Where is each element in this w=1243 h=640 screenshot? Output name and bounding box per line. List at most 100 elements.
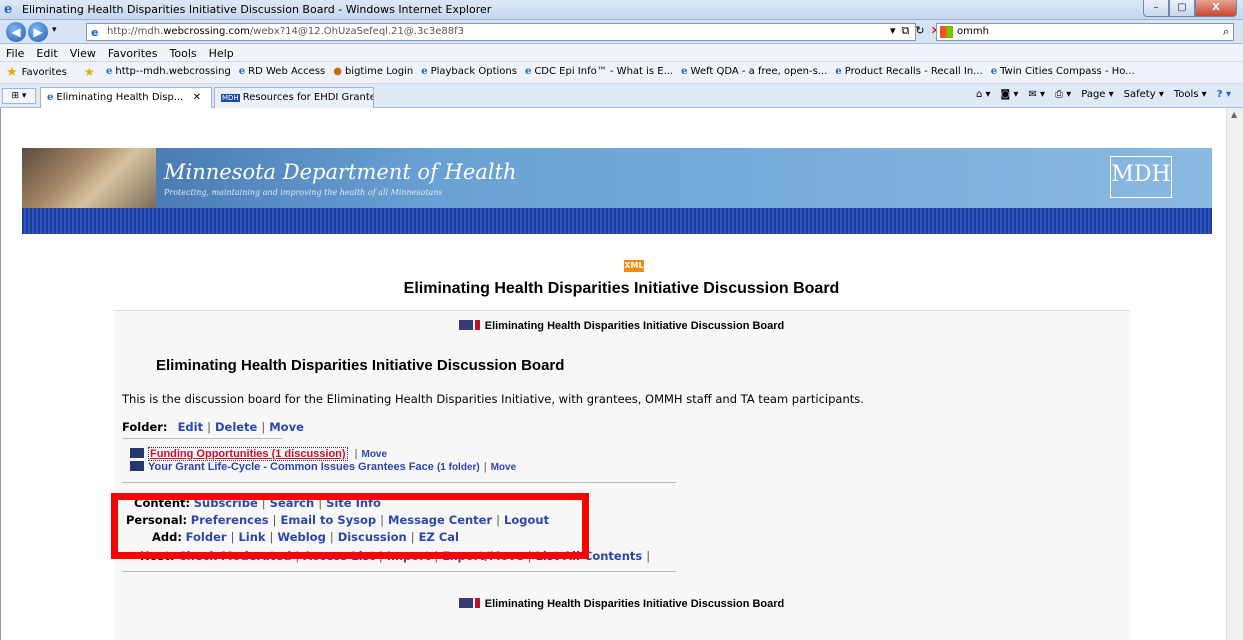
- divider: [122, 438, 282, 439]
- close-button[interactable]: X: [1195, 0, 1237, 17]
- feeds-icon[interactable]: ◙ ▾: [1001, 89, 1019, 100]
- search-icon[interactable]: ⌕: [1223, 25, 1229, 39]
- page-icon: e: [91, 26, 99, 39]
- page-title: Eliminating Health Disparities Initiativ…: [403, 280, 840, 297]
- add-favorite-icon[interactable]: ★: [84, 65, 95, 79]
- page-icon: e: [106, 66, 113, 77]
- menu-edit[interactable]: Edit: [36, 47, 57, 61]
- url-host: webcrossing.com: [163, 26, 250, 37]
- folder-delete-link[interactable]: Delete: [215, 420, 257, 434]
- favorites-button[interactable]: ★ Favorites: [6, 65, 67, 80]
- vertical-scrollbar[interactable]: ▲: [1226, 108, 1243, 640]
- window-titlebar: e Eliminating Health Disparities Initiat…: [0, 0, 1243, 20]
- menu-tools[interactable]: Tools: [170, 47, 197, 61]
- divider: [122, 571, 676, 572]
- tab-inactive-label: Resources for EHDI Grante...: [242, 92, 374, 103]
- fav-link[interactable]: e CDC Epi Info™ - What is E...: [525, 66, 673, 77]
- fav-link[interactable]: ● bigtime Login: [333, 66, 413, 77]
- fav-link[interactable]: e http--mdh.webcrossing: [106, 66, 231, 77]
- forward-button[interactable]: ▶: [28, 22, 48, 42]
- folder-icon: [130, 461, 144, 471]
- separator: |: [354, 448, 358, 460]
- page-icon: e: [238, 66, 246, 77]
- breadcrumb-top: Eliminating Health Disparities Initiativ…: [0, 320, 1243, 332]
- menu-favorites[interactable]: Favorites: [108, 47, 158, 61]
- search-value: ommh: [957, 26, 989, 37]
- tab-bar: ⊞ ▾ e Eliminating Health Disp... ✕ MDH Res…: [0, 84, 1243, 108]
- mdh-logo[interactable]: MDH: [1110, 156, 1172, 198]
- fav-link-label: Playback Options: [430, 66, 517, 77]
- item-move-link[interactable]: Move: [361, 449, 387, 460]
- dropdown-icon[interactable]: ▾: [890, 24, 896, 38]
- safety-menu[interactable]: Safety ▾: [1124, 89, 1164, 100]
- book-icon: [474, 320, 480, 330]
- folder-icon: [130, 448, 144, 458]
- folder-actions: Folder: Edit | Delete | Move: [122, 420, 304, 434]
- folder-label: Folder:: [122, 420, 168, 434]
- print-icon[interactable]: ⎙ ▾: [1055, 89, 1071, 100]
- menu-file[interactable]: File: [6, 47, 24, 61]
- folder-icon: [458, 598, 473, 608]
- separator: |: [646, 549, 651, 563]
- folder-edit-link[interactable]: Edit: [178, 420, 204, 434]
- xml-feed-icon[interactable]: XML: [624, 260, 644, 272]
- tools-menu[interactable]: Tools ▾: [1174, 89, 1207, 100]
- page-icon: e: [421, 66, 428, 77]
- page-icon: e: [835, 66, 842, 77]
- favorites-bar: ★ Favorites ★ e http--mdh.webcrossing e RD…: [0, 62, 1243, 84]
- back-button[interactable]: ◀: [6, 22, 26, 42]
- separator: |: [261, 420, 266, 434]
- mail-icon[interactable]: ✉ ▾: [1028, 89, 1045, 100]
- page-icon: e: [681, 66, 688, 77]
- board-heading: Eliminating Health Disparities Initiativ…: [156, 357, 565, 374]
- menu-help[interactable]: Help: [209, 47, 234, 61]
- refresh-icon[interactable]: ↻: [915, 24, 924, 38]
- address-input[interactable]: e http://mdh.webcrossing.com/webx?14@12.…: [86, 23, 916, 41]
- minimize-button[interactable]: –: [1143, 0, 1169, 17]
- fav-link[interactable]: e Twin Cities Compass - Ho...: [991, 66, 1135, 77]
- maximize-button[interactable]: ▢: [1169, 0, 1195, 17]
- fav-link[interactable]: e Playback Options: [421, 66, 517, 77]
- mdh-banner: Minnesota Department of Health Protectin…: [22, 148, 1212, 208]
- favorites-label: Favorites: [21, 67, 67, 78]
- history-dropdown-icon[interactable]: ▾: [52, 25, 57, 35]
- breadcrumb-bottom: Eliminating Health Disparities Initiativ…: [0, 598, 1243, 610]
- fav-link-label: Product Recalls - Recall In...: [844, 66, 983, 77]
- menu-view[interactable]: View: [70, 47, 96, 61]
- separator: |: [483, 461, 487, 473]
- scroll-up-icon[interactable]: ▲: [1231, 110, 1237, 119]
- item-move-link[interactable]: Move: [491, 462, 517, 473]
- ie-tab-icon: e: [47, 92, 54, 103]
- tab-inactive[interactable]: MDH Resources for EHDI Grante...: [214, 87, 374, 108]
- favorites-links: e http--mdh.webcrossing e RD Web Access ● b…: [106, 66, 1135, 77]
- banner-photo: [22, 148, 156, 208]
- url-path: /webx?14@12.OhUzaSefeql.21@.3c3e88f3: [249, 26, 465, 37]
- tab-active[interactable]: e Eliminating Health Disp... ✕: [40, 87, 212, 108]
- compatibility-icon[interactable]: ⧉: [902, 24, 910, 38]
- breadcrumb-label[interactable]: Eliminating Health Disparities Initiativ…: [485, 320, 785, 332]
- breadcrumb-label[interactable]: Eliminating Health Disparities Initiativ…: [485, 598, 785, 610]
- list-item: Your Grant Life-Cycle - Common Issues Gr…: [130, 461, 516, 473]
- item-link[interactable]: Funding Opportunities (1 discussion): [148, 447, 348, 461]
- close-tab-icon[interactable]: ✕: [193, 92, 201, 103]
- help-icon[interactable]: ? ▾: [1217, 89, 1231, 100]
- mdh-tab-icon: MDH: [221, 94, 240, 102]
- home-icon[interactable]: ⌂ ▾: [976, 89, 991, 100]
- list-item: Funding Opportunities (1 discussion) | Mo…: [130, 447, 387, 461]
- url-prefix: http://mdh.: [107, 26, 164, 37]
- window-controls: – ▢ X: [1143, 0, 1237, 18]
- fav-link[interactable]: e Product Recalls - Recall In...: [835, 66, 982, 77]
- fav-link[interactable]: e Weft QDA - a free, open-s...: [681, 66, 827, 77]
- quick-tabs-button[interactable]: ⊞ ▾: [2, 88, 36, 104]
- folder-move-link[interactable]: Move: [269, 420, 304, 434]
- search-input[interactable]: ommh ⌕: [936, 23, 1234, 41]
- tab-active-label: Eliminating Health Disp...: [56, 92, 184, 103]
- search-provider-icon: [940, 26, 953, 38]
- bigtime-icon: ●: [333, 66, 342, 77]
- page-menu[interactable]: Page ▾: [1081, 89, 1113, 100]
- fav-link[interactable]: e RD Web Access: [239, 66, 325, 77]
- item-link[interactable]: Your Grant Life-Cycle - Common Issues Gr…: [148, 461, 434, 473]
- page-icon: e: [524, 66, 532, 77]
- fav-link-label: Twin Cities Compass - Ho...: [1000, 66, 1135, 77]
- address-tools: ▾ ⧉ ↻ ✕: [890, 24, 940, 38]
